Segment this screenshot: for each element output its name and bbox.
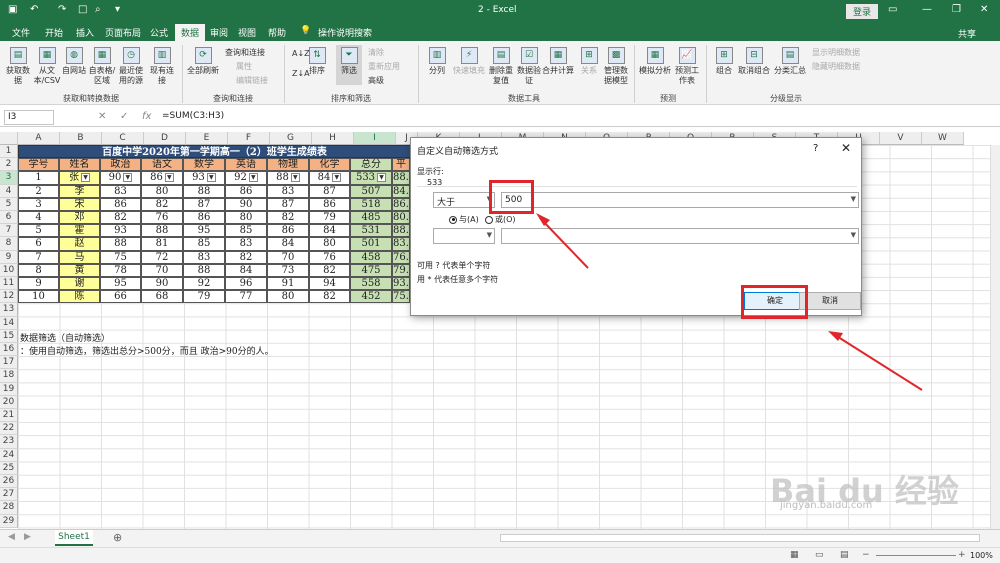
- status-bar: ▦ ▭ ▤ − + 100%: [0, 547, 1000, 563]
- page-break-view-icon[interactable]: ▤: [840, 550, 849, 560]
- zoom-slider[interactable]: [876, 555, 956, 556]
- arrow-head-1: [536, 213, 550, 226]
- horizontal-scrollbar[interactable]: [500, 534, 980, 542]
- vertical-scrollbar[interactable]: [990, 145, 1000, 529]
- next-sheet-icon[interactable]: ▶: [24, 532, 31, 542]
- zoom-in-icon[interactable]: +: [958, 550, 966, 560]
- arrow-line-2: [834, 334, 923, 391]
- page-layout-view-icon[interactable]: ▭: [815, 550, 824, 560]
- zoom-level[interactable]: 100%: [970, 551, 993, 560]
- normal-view-icon[interactable]: ▦: [790, 550, 799, 560]
- arrow-line-1: [539, 217, 589, 269]
- prev-sheet-icon[interactable]: ◀: [8, 532, 15, 542]
- zoom-out-icon[interactable]: −: [862, 550, 870, 560]
- watermark-url: jingyan.baidu.com: [780, 500, 873, 511]
- sheet-tab-sheet1[interactable]: Sheet1: [55, 530, 93, 546]
- add-sheet-icon[interactable]: ⊕: [113, 531, 122, 544]
- sheet-tab-bar: ◀ ▶ Sheet1 ⊕: [0, 529, 1000, 547]
